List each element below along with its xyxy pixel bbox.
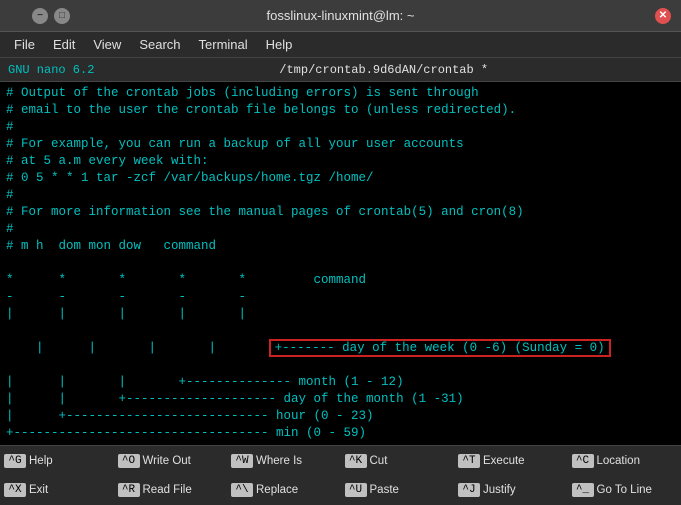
editor-line-16: | | | +-------------- month (1 - 12) — [6, 374, 675, 391]
cmd-key-writeout: ^O — [118, 454, 140, 468]
nano-info-bar: GNU nano 6.2 /tmp/crontab.9d6dAN/crontab… — [0, 58, 681, 82]
nano-filename: /tmp/crontab.9d6dAN/crontab * — [94, 63, 673, 77]
editor-line-3: # — [6, 119, 675, 136]
cmd-justify[interactable]: ^J Justify — [454, 476, 568, 505]
nano-version: GNU nano 6.2 — [8, 63, 94, 77]
editor-line-4: # For example, you can run a backup of a… — [6, 136, 675, 153]
title-bar: − □ fosslinux-linuxmint@lm: ~ ✕ — [0, 0, 681, 32]
window-title: fosslinux-linuxmint@lm: ~ — [70, 8, 611, 23]
cmd-key-execute: ^T — [458, 454, 480, 468]
menu-search[interactable]: Search — [131, 35, 188, 54]
editor-line-12: * * * * * command — [6, 272, 675, 289]
cmd-label-cut: Cut — [370, 455, 388, 467]
editor-line-19: +---------------------------------- min … — [6, 425, 675, 442]
cmd-key-location: ^C — [572, 454, 594, 468]
editor-line-1: # Output of the crontab jobs (including … — [6, 85, 675, 102]
cmd-exit[interactable]: ^X Exit — [0, 476, 114, 505]
cmd-label-replace: Replace — [256, 484, 298, 496]
editor-line-15: | | | | +------- day of the week (0 -6) … — [6, 323, 675, 374]
cmd-label-justify: Justify — [483, 484, 516, 496]
cmd-key-help: ^G — [4, 454, 26, 468]
cmd-key-paste: ^U — [345, 483, 367, 497]
cmd-label-help: Help — [29, 455, 53, 467]
cmd-paste[interactable]: ^U Paste — [341, 476, 455, 505]
minimize-button[interactable]: − — [32, 8, 48, 24]
menu-terminal[interactable]: Terminal — [191, 35, 256, 54]
cmd-readfile[interactable]: ^R Read File — [114, 476, 228, 505]
cmd-label-writeout: Write Out — [143, 455, 191, 467]
menu-file[interactable]: File — [6, 35, 43, 54]
cmd-label-gotoline: Go To Line — [597, 484, 652, 496]
cmd-cut[interactable]: ^K Cut — [341, 446, 455, 476]
close-button[interactable]: ✕ — [655, 8, 671, 24]
editor-line-10: # m h dom mon dow command — [6, 238, 675, 255]
cmd-label-location: Location — [597, 455, 640, 467]
bottom-bar: ^G Help ^O Write Out ^W Where Is ^K Cut … — [0, 445, 681, 505]
cmd-key-gotoline: ^_ — [572, 483, 594, 497]
cmd-key-exit: ^X — [4, 483, 26, 497]
cmd-writeout[interactable]: ^O Write Out — [114, 446, 228, 476]
cmd-execute[interactable]: ^T Execute — [454, 446, 568, 476]
cmd-key-readfile: ^R — [118, 483, 140, 497]
editor-line-18: | +--------------------------- hour (0 -… — [6, 408, 675, 425]
editor-line-5: # at 5 a.m every week with: — [6, 153, 675, 170]
editor-line-8: # For more information see the manual pa… — [6, 204, 675, 221]
cmd-key-cut: ^K — [345, 454, 367, 468]
cmd-whereis[interactable]: ^W Where Is — [227, 446, 341, 476]
cmd-location[interactable]: ^C Location — [568, 446, 681, 476]
cmd-label-paste: Paste — [370, 484, 399, 496]
cmd-label-readfile: Read File — [143, 484, 192, 496]
cmd-label-whereis: Where Is — [256, 455, 302, 467]
cmd-key-replace: ^\ — [231, 483, 253, 497]
menu-view[interactable]: View — [85, 35, 129, 54]
cmd-key-whereis: ^W — [231, 454, 253, 468]
editor-line-2: # email to the user the crontab file bel… — [6, 102, 675, 119]
editor-area[interactable]: # Output of the crontab jobs (including … — [0, 82, 681, 445]
editor-line-14: | | | | | — [6, 306, 675, 323]
editor-line-11 — [6, 255, 675, 272]
cmd-label-exit: Exit — [29, 484, 48, 496]
editor-line-17: | | +-------------------- day of the mon… — [6, 391, 675, 408]
cmd-label-execute: Execute — [483, 455, 525, 467]
menu-help[interactable]: Help — [258, 35, 301, 54]
cmd-gotoline[interactable]: ^_ Go To Line — [568, 476, 681, 505]
cmd-replace[interactable]: ^\ Replace — [227, 476, 341, 505]
editor-line-6: # 0 5 * * 1 tar -zcf /var/backups/home.t… — [6, 170, 675, 187]
editor-line-7: # — [6, 187, 675, 204]
menu-bar: File Edit View Search Terminal Help — [0, 32, 681, 58]
cmd-help[interactable]: ^G Help — [0, 446, 114, 476]
maximize-button[interactable]: □ — [54, 8, 70, 24]
editor-line-13: - - - - - — [6, 289, 675, 306]
cmd-key-justify: ^J — [458, 483, 480, 497]
menu-edit[interactable]: Edit — [45, 35, 83, 54]
editor-line-9: # — [6, 221, 675, 238]
